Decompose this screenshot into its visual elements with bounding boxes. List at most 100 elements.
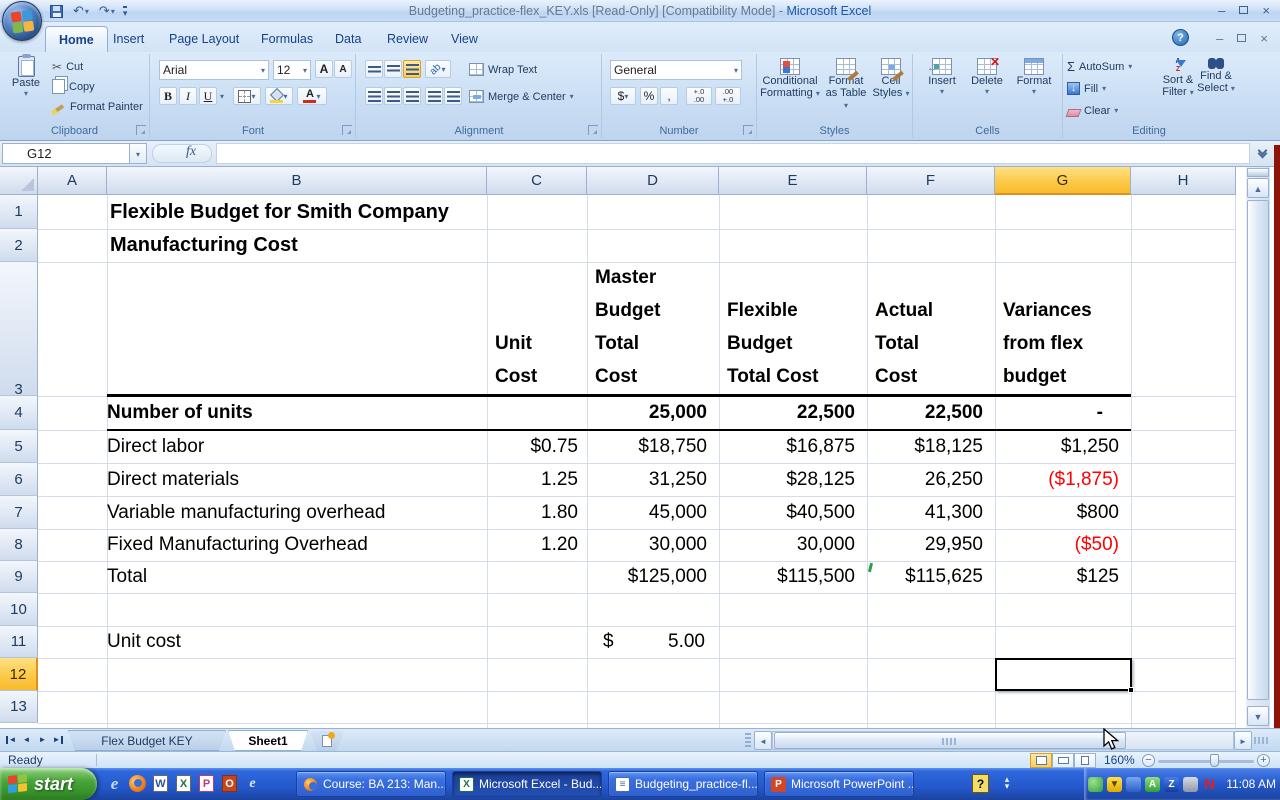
paste-button[interactable]: Paste ▾	[6, 54, 46, 98]
cell-master[interactable]: 30,000	[587, 529, 719, 561]
undo-button[interactable]: ↶ ▾	[71, 2, 91, 20]
selected-cell-g12[interactable]	[995, 658, 1134, 693]
hscroll-right-button[interactable]: ►	[1234, 731, 1252, 750]
font-name-combo[interactable]: Arial ▾	[159, 60, 269, 80]
expand-formula-bar-button[interactable]	[1252, 144, 1272, 164]
taskbar-clock[interactable]: 11:08 AM	[1226, 768, 1276, 800]
column-header-a[interactable]: A	[38, 167, 107, 195]
number-format-combo[interactable]: General ▾	[610, 60, 742, 80]
cell-master[interactable]: 45,000	[587, 496, 719, 529]
formula-input[interactable]	[216, 143, 1250, 164]
percent-style-button[interactable]: %	[640, 87, 658, 105]
scroll-up-button[interactable]: ▲	[1247, 178, 1269, 198]
tray-icon-shield[interactable]: ▼	[1107, 776, 1122, 792]
zoom-in-button[interactable]: +	[1257, 754, 1270, 767]
decrease-decimal-button[interactable]: .00 +.0	[715, 87, 741, 105]
task-button-excel-active[interactable]: X Microsoft Excel - Bud...	[452, 771, 602, 797]
alignment-dialog-launcher[interactable]	[588, 125, 598, 135]
cell-header-flexible-budget[interactable]: Flexible Budget Total Cost	[719, 262, 867, 396]
name-box-dropdown[interactable]: ▾	[130, 143, 147, 164]
find-select-button[interactable]: Find & Select ▾	[1197, 58, 1235, 94]
row-header-8[interactable]: 8	[0, 529, 38, 561]
fill-handle[interactable]	[1128, 687, 1134, 693]
tab-data[interactable]: Data	[322, 26, 374, 52]
cell-title-2[interactable]: Manufacturing Cost	[110, 229, 710, 262]
cell-variance[interactable]: $1,250	[995, 430, 1131, 463]
insert-function-button[interactable]: fx	[186, 144, 196, 160]
cell-actual[interactable]: 41,300	[867, 496, 995, 529]
row-header-4[interactable]: 4	[0, 396, 38, 430]
row-header-6[interactable]: 6	[0, 463, 38, 496]
tray-icon-z[interactable]: Z	[1164, 776, 1179, 792]
row-header-10[interactable]: 10	[0, 593, 38, 626]
cell-label[interactable]: Number of units	[107, 396, 487, 430]
hide-icons-chevron[interactable]: ▴ ▾	[1000, 775, 1014, 792]
cell-actual[interactable]: 26,250	[867, 463, 995, 496]
column-header-d[interactable]: D	[587, 167, 719, 195]
page-break-view-button[interactable]	[1074, 753, 1096, 768]
align-right-button[interactable]	[403, 87, 421, 105]
clear-button[interactable]: Clear ▾	[1065, 101, 1118, 120]
cell-styles-button[interactable]: Cell Styles ▾	[871, 58, 911, 99]
customize-qat-button[interactable]: ▾	[122, 5, 128, 17]
restore-button[interactable]	[1239, 6, 1249, 14]
page-layout-view-button[interactable]	[1052, 753, 1074, 768]
app-icon-blue[interactable]: e	[241, 772, 264, 795]
row-header-5[interactable]: 5	[0, 430, 38, 463]
clipboard-dialog-launcher[interactable]	[136, 125, 146, 135]
column-header-b[interactable]: B	[107, 167, 487, 195]
shrink-font-button[interactable]: A	[334, 60, 352, 78]
task-button-budgeting-doc[interactable]: ≡ Budgeting_practice-fl...	[608, 771, 758, 797]
cell-actual[interactable]: 29,950	[867, 529, 995, 561]
vertical-scrollbar[interactable]: ▲ ▼	[1246, 167, 1270, 728]
grow-font-button[interactable]: A	[315, 60, 333, 78]
tabbar-resize-grip[interactable]	[1254, 737, 1270, 744]
format-cells-button[interactable]: Format ▾	[1011, 58, 1057, 96]
row-header-7[interactable]: 7	[0, 496, 38, 529]
split-handle[interactable]	[1247, 168, 1269, 177]
column-header-f[interactable]: F	[867, 167, 995, 195]
tab-view[interactable]: View	[438, 26, 491, 52]
borders-button[interactable]: ▾	[233, 87, 261, 105]
font-size-combo[interactable]: 12 ▾	[273, 60, 311, 80]
row-header-3[interactable]: 3	[0, 262, 38, 398]
insert-cells-button[interactable]: ← Insert ▾	[921, 58, 963, 96]
sheet-tab-flex-budget-key[interactable]: Flex Budget KEY	[68, 730, 226, 751]
comma-style-button[interactable]: ,	[660, 87, 678, 105]
cell-master[interactable]: $18,750	[587, 430, 719, 463]
top-align-button[interactable]	[365, 60, 383, 78]
orientation-button[interactable]: ab ▾	[425, 60, 451, 78]
column-header-g-selected[interactable]: G	[995, 167, 1131, 195]
fill-color-button[interactable]: ▾	[265, 87, 293, 105]
excel-icon[interactable]: X	[172, 772, 195, 795]
cell-header-unit-cost[interactable]: Unit Cost	[487, 262, 587, 396]
cell-label[interactable]: Variable manufacturing overhead	[107, 496, 487, 529]
fill-button[interactable]: ↓ Fill ▾	[1067, 79, 1106, 98]
cell-flexible[interactable]: 22,500	[719, 396, 867, 430]
name-box[interactable]: G12	[2, 143, 130, 164]
save-button[interactable]	[48, 2, 65, 20]
cell-header-variances[interactable]: Variances from flex budget	[995, 262, 1131, 396]
increase-decimal-button[interactable]: +.0 .00	[686, 87, 712, 105]
office-button[interactable]	[2, 1, 42, 41]
tab-page-layout[interactable]: Page Layout	[156, 26, 252, 52]
decrease-indent-button[interactable]	[425, 87, 443, 105]
minimize-button[interactable]: –	[1218, 3, 1225, 19]
word-icon[interactable]: W	[149, 772, 172, 795]
column-header-e[interactable]: E	[719, 167, 867, 195]
sort-filter-button[interactable]: AZ Sort & Filter ▾	[1159, 58, 1197, 98]
cell-label[interactable]: Direct materials	[107, 463, 487, 496]
font-dialog-launcher[interactable]	[342, 125, 352, 135]
row-header-2[interactable]: 2	[0, 229, 38, 262]
tray-icon-green[interactable]	[1088, 776, 1103, 792]
cell-label[interactable]: Unit cost	[107, 626, 487, 658]
row-header-13[interactable]: 13	[0, 691, 38, 723]
autosum-button[interactable]: Σ AutoSum ▾	[1067, 57, 1132, 76]
cell-variance[interactable]: -	[995, 396, 1131, 430]
row-header-12-selected[interactable]: 12	[0, 658, 38, 691]
cell-unit-cost[interactable]: 1.80	[487, 496, 587, 529]
cell-header-actual[interactable]: Actual Total Cost	[867, 262, 995, 396]
cell-actual[interactable]: $115,625	[867, 561, 995, 593]
middle-align-button[interactable]	[384, 60, 402, 78]
zoom-slider-thumb[interactable]	[1210, 754, 1219, 767]
